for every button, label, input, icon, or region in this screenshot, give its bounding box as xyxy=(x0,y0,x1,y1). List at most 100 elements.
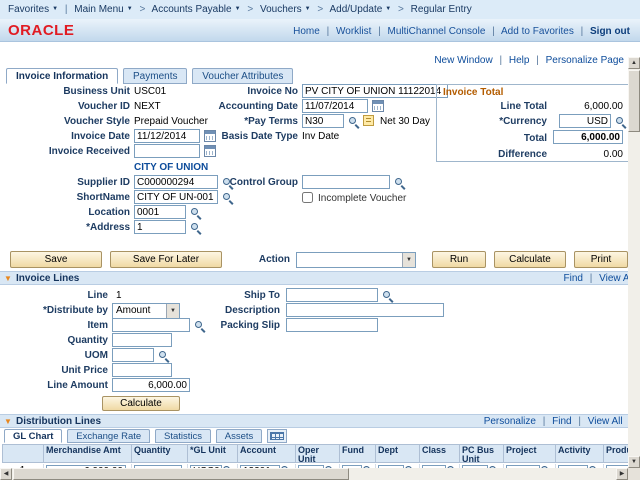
col-gl-unit[interactable]: *GL Unit xyxy=(188,444,238,463)
location-input[interactable] xyxy=(134,205,186,219)
col-class[interactable]: Class xyxy=(420,444,460,463)
personalize-link[interactable]: Personalize xyxy=(484,416,536,427)
col-quantity[interactable]: Quantity xyxy=(132,444,188,463)
col-fund[interactable]: Fund xyxy=(340,444,376,463)
chevron-down-icon[interactable]: ▼ xyxy=(166,304,179,318)
tab-statistics[interactable]: Statistics xyxy=(155,429,211,443)
invoice-lines-links: Find | View All xyxy=(564,272,634,285)
chevron-down-icon[interactable]: ▼ xyxy=(402,253,415,267)
tab-invoice-information[interactable]: Invoice Information xyxy=(6,68,118,84)
description-input[interactable] xyxy=(286,303,444,317)
ship-to-lookup-icon[interactable] xyxy=(382,290,393,301)
incomplete-voucher-checkbox[interactable] xyxy=(302,192,313,203)
pay-terms-lookup-icon[interactable] xyxy=(348,116,359,127)
control-group-input[interactable] xyxy=(302,175,390,189)
horizontal-scrollbar-thumb[interactable] xyxy=(13,468,349,480)
find-link[interactable]: Find xyxy=(564,273,583,284)
worklist-link[interactable]: Worklist xyxy=(336,26,371,37)
breadcrumb-main-menu[interactable]: Main Menu▼ xyxy=(74,4,132,15)
home-link[interactable]: Home xyxy=(293,26,320,37)
currency-lookup-icon[interactable] xyxy=(615,116,626,127)
add-to-favorites-link[interactable]: Add to Favorites xyxy=(501,26,574,37)
calendar-icon[interactable] xyxy=(204,145,216,157)
line-amount-input[interactable] xyxy=(112,378,190,392)
pay-terms-input[interactable] xyxy=(302,114,344,128)
tab-exchange-rate[interactable]: Exchange Rate xyxy=(67,429,150,443)
col-pc-bus-unit[interactable]: PC Bus Unit xyxy=(460,444,504,463)
chevron-down-icon: ▼ xyxy=(52,6,58,12)
scroll-right-icon[interactable]: ▶ xyxy=(616,468,628,480)
help-link[interactable]: Help xyxy=(509,55,530,66)
tab-assets[interactable]: Assets xyxy=(216,429,263,443)
tab-voucher-attributes[interactable]: Voucher Attributes xyxy=(192,68,293,84)
vertical-scrollbar[interactable]: ▲ ▼ xyxy=(628,57,640,468)
quantity-input[interactable] xyxy=(112,333,172,347)
breadcrumb-regular-entry[interactable]: Regular Entry xyxy=(411,4,472,15)
col-merchandise-amt[interactable]: Merchandise Amt xyxy=(44,444,132,463)
invoice-lines-header: ▼ Invoice Lines Find | View All xyxy=(0,271,640,285)
address-input[interactable] xyxy=(134,220,186,234)
shortname-input[interactable] xyxy=(134,190,218,204)
tab-gl-chart[interactable]: GL Chart xyxy=(4,429,62,443)
multichannel-console-link[interactable]: MultiChannel Console xyxy=(388,26,486,37)
invoice-received-input[interactable] xyxy=(134,144,200,158)
total-input[interactable] xyxy=(553,130,623,144)
col-account[interactable]: Account xyxy=(238,444,296,463)
currency-input[interactable] xyxy=(559,114,611,128)
line-calculate-button[interactable]: Calculate xyxy=(102,396,180,411)
ship-to-input[interactable] xyxy=(286,288,378,302)
chevron-down-icon: ▼ xyxy=(235,6,241,12)
sign-out-link[interactable]: Sign out xyxy=(590,26,630,37)
col-dept[interactable]: Dept xyxy=(376,444,420,463)
scroll-up-icon[interactable]: ▲ xyxy=(628,57,640,69)
breadcrumb-vouchers[interactable]: Vouchers▼ xyxy=(260,4,311,15)
invoice-no-input[interactable] xyxy=(302,84,448,98)
col-project[interactable]: Project xyxy=(504,444,556,463)
control-group-lookup-icon[interactable] xyxy=(394,177,405,188)
peoplesoft-voucher-page: Favorites▼ | Main Menu▼ > Accounts Payab… xyxy=(0,0,640,480)
breadcrumb: Favorites▼ | Main Menu▼ > Accounts Payab… xyxy=(0,0,640,19)
pay-terms-detail-icon[interactable] xyxy=(363,115,374,126)
unit-price-input[interactable] xyxy=(112,363,172,377)
col-activity[interactable]: Activity xyxy=(556,444,604,463)
show-all-columns-icon[interactable] xyxy=(267,429,287,443)
action-dropdown[interactable]: ▼ xyxy=(296,252,416,268)
uom-lookup-icon[interactable] xyxy=(158,350,169,361)
calendar-icon[interactable] xyxy=(372,100,384,112)
item-input[interactable] xyxy=(112,318,190,332)
distribute-by-select[interactable]: Amount ▼ xyxy=(112,303,180,319)
new-window-link[interactable]: New Window xyxy=(434,55,492,66)
horizontal-scrollbar[interactable]: ◀ ▶ xyxy=(0,468,628,480)
scroll-down-icon[interactable]: ▼ xyxy=(628,456,640,468)
print-button[interactable]: Print xyxy=(574,251,628,268)
address-lookup-icon[interactable] xyxy=(190,222,201,233)
breadcrumb-accounts-payable[interactable]: Accounts Payable▼ xyxy=(152,4,241,15)
shortname-lookup-icon[interactable] xyxy=(222,192,233,203)
component-tabs: Invoice Information Payments Voucher Att… xyxy=(6,68,295,84)
uom-input[interactable] xyxy=(112,348,154,362)
view-all-link[interactable]: View All xyxy=(588,416,623,427)
collapse-triangle-icon[interactable]: ▼ xyxy=(4,272,12,285)
accounting-date-input[interactable] xyxy=(302,99,368,113)
packing-slip-input[interactable] xyxy=(286,318,378,332)
personalize-page-link[interactable]: Personalize Page xyxy=(546,55,624,66)
calculate-button[interactable]: Calculate xyxy=(494,251,566,268)
location-lookup-icon[interactable] xyxy=(190,207,201,218)
voucher-id-label: Voucher ID xyxy=(8,101,130,112)
col-oper-unit[interactable]: Oper Unit xyxy=(296,444,340,463)
scroll-left-icon[interactable]: ◀ xyxy=(0,468,12,480)
collapse-triangle-icon[interactable]: ▼ xyxy=(4,415,12,428)
find-link[interactable]: Find xyxy=(552,416,571,427)
run-button[interactable]: Run xyxy=(432,251,486,268)
vertical-scrollbar-thumb[interactable] xyxy=(628,70,640,132)
currency-label: *Currency xyxy=(457,116,547,127)
breadcrumb-add-update[interactable]: Add/Update▼ xyxy=(329,4,391,15)
tab-payments[interactable]: Payments xyxy=(123,68,187,84)
separator: | xyxy=(543,416,546,427)
invoice-received-label: Invoice Received xyxy=(8,146,130,157)
oracle-logo: ORACLE xyxy=(8,22,74,39)
save-for-later-button[interactable]: Save For Later xyxy=(110,251,222,268)
save-button[interactable]: Save xyxy=(10,251,102,268)
breadcrumb-favorites[interactable]: Favorites▼ xyxy=(8,4,58,15)
col-line xyxy=(2,444,44,463)
